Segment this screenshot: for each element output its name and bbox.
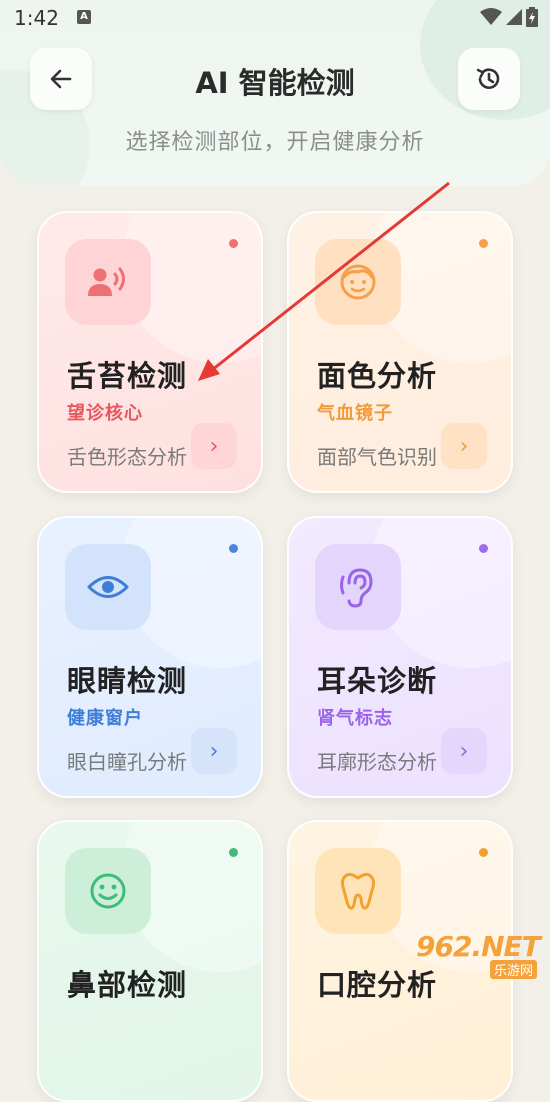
card-icon-box [65, 239, 151, 325]
card-icon-box [65, 544, 151, 630]
card-icon-box [315, 544, 401, 630]
ear-icon [340, 568, 373, 608]
card-title: 面色分析 [317, 359, 438, 393]
card-tag: 肾气标志 [317, 708, 393, 729]
card-description: 眼白瞳孔分析 [67, 750, 187, 774]
card-face-analysis[interactable]: 面色分析 气血镜子 面部气色识别 › [287, 211, 513, 493]
card-tag: 望诊核心 [67, 403, 143, 424]
status-time: 1:42 [14, 6, 59, 30]
card-go-button[interactable]: › [191, 423, 237, 469]
page-title: AI 智能检测 [195, 66, 355, 100]
card-title: 鼻部检测 [67, 968, 188, 1002]
card-title: 耳朵诊断 [317, 664, 438, 698]
face-icon [340, 264, 376, 300]
card-go-button[interactable]: › [191, 728, 237, 774]
chevron-right-icon: › [209, 738, 219, 764]
status-dot [229, 848, 238, 857]
status-dot [479, 848, 488, 857]
card-tongue-detection[interactable]: 舌苔检测 望诊核心 舌色形态分析 › [37, 211, 263, 493]
chevron-right-icon: › [209, 433, 219, 459]
watermark-brand: 962.NET [416, 930, 541, 963]
card-icon-box [315, 848, 401, 934]
status-dot [229, 239, 238, 248]
status-dot [479, 544, 488, 553]
eye-icon [87, 576, 129, 598]
card-go-button[interactable]: › [441, 423, 487, 469]
card-description: 舌色形态分析 [67, 445, 187, 469]
card-go-button[interactable]: › [441, 728, 487, 774]
card-tag: 气血镜子 [317, 403, 393, 424]
status-bar: 1:42 A [0, 0, 550, 36]
card-title: 舌苔检测 [67, 359, 188, 393]
card-icon-box [65, 848, 151, 934]
status-dot [229, 544, 238, 553]
card-nose-detection[interactable]: 鼻部检测 [37, 820, 263, 1102]
battery-icon [526, 7, 538, 27]
status-dot [479, 239, 488, 248]
chevron-right-icon: › [459, 738, 469, 764]
signal-icon [506, 9, 522, 25]
notification-icon: A [77, 10, 91, 24]
watermark-logo: 962.NET 乐游网 [414, 930, 544, 979]
card-tag: 健康窗户 [67, 708, 143, 729]
tongue-speaking-icon [88, 267, 125, 296]
card-ear-diagnosis[interactable]: 耳朵诊断 肾气标志 耳廓形态分析 › [287, 516, 513, 798]
tooth-icon [341, 872, 375, 910]
wifi-icon [480, 8, 502, 25]
card-eye-detection[interactable]: 眼睛检测 健康窗户 眼白瞳孔分析 › [37, 516, 263, 798]
card-icon-box [315, 239, 401, 325]
status-icons [480, 6, 538, 28]
watermark-sub: 乐游网 [490, 960, 538, 979]
chevron-right-icon: › [459, 433, 469, 459]
smile-icon [90, 873, 126, 909]
card-description: 耳廓形态分析 [317, 750, 437, 774]
card-description: 面部气色识别 [317, 445, 437, 469]
page-subtitle: 选择检测部位，开启健康分析 [125, 130, 425, 155]
card-title: 眼睛检测 [67, 664, 188, 698]
